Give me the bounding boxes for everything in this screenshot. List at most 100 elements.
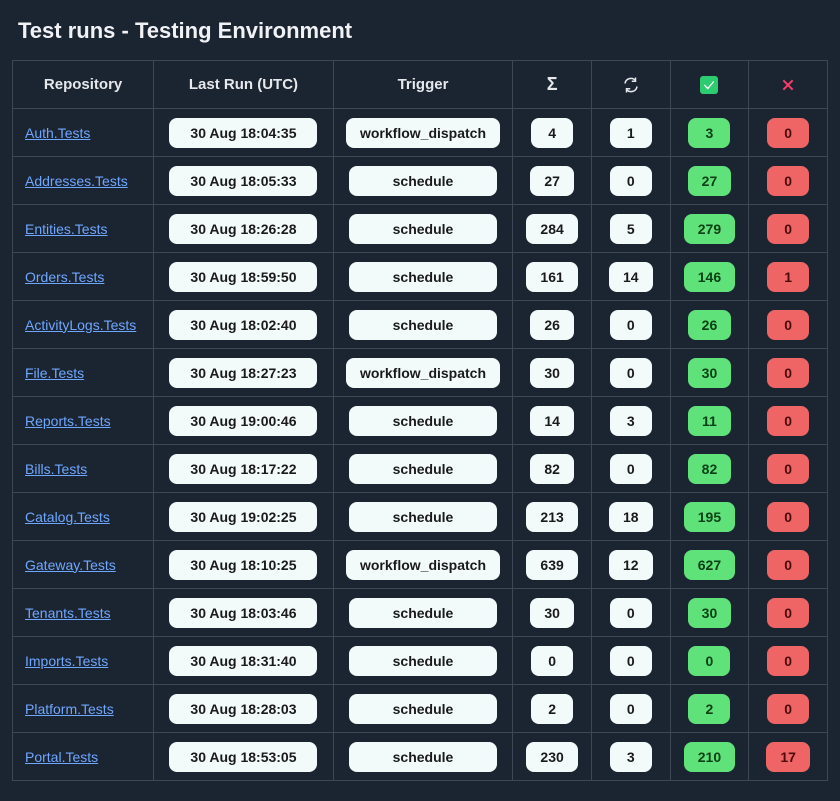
repo-link[interactable]: Gateway.Tests <box>25 557 116 573</box>
repo-link[interactable]: Bills.Tests <box>25 461 87 477</box>
repo-link[interactable]: Entities.Tests <box>25 221 107 237</box>
last-run-value: 30 Aug 18:27:23 <box>169 358 317 388</box>
skipped-value: 0 <box>610 310 652 340</box>
failed-cell: 0 <box>749 301 828 349</box>
skipped-value: 3 <box>610 742 652 772</box>
last-run-value: 30 Aug 18:28:03 <box>169 694 317 724</box>
passed-value: 195 <box>684 502 735 532</box>
passed-value: 0 <box>688 646 730 676</box>
trigger-cell: schedule <box>333 445 513 493</box>
last-run-cell: 30 Aug 18:26:28 <box>154 205 334 253</box>
skipped-value: 18 <box>609 502 653 532</box>
sum-value: 30 <box>530 598 574 628</box>
sum-cell: 14 <box>513 397 592 445</box>
repo-cell: Orders.Tests <box>13 253 154 301</box>
trigger-value: schedule <box>349 454 497 484</box>
trigger-cell: schedule <box>333 733 513 781</box>
repo-cell: Bills.Tests <box>13 445 154 493</box>
failed-value: 17 <box>766 742 810 772</box>
passed-value: 30 <box>688 598 732 628</box>
trigger-cell: schedule <box>333 589 513 637</box>
table-row: Catalog.Tests 30 Aug 19:02:25 schedule 213 1… <box>13 493 828 541</box>
last-run-value: 30 Aug 18:31:40 <box>169 646 317 676</box>
failed-value: 0 <box>767 502 809 532</box>
trigger-value: schedule <box>349 406 497 436</box>
passed-cell: 82 <box>670 445 749 493</box>
skipped-cell: 12 <box>591 541 670 589</box>
sum-value: 4 <box>531 118 573 148</box>
table-row: Tenants.Tests30 Aug 18:03:46schedule3003… <box>13 589 828 637</box>
failed-value: 0 <box>767 166 809 196</box>
trigger-value: schedule <box>349 598 497 628</box>
last-run-cell: 30 Aug 18:05:33 <box>154 157 334 205</box>
repo-link[interactable]: ActivityLogs.Tests <box>25 317 136 333</box>
passed-cell: 30 <box>670 589 749 637</box>
trigger-value: schedule <box>349 646 497 676</box>
passed-cell: 0 <box>670 637 749 685</box>
repo-link[interactable]: Reports.Tests <box>25 413 111 429</box>
header-passed <box>670 61 749 109</box>
last-run-cell: 30 Aug 18:28:03 <box>154 685 334 733</box>
repo-link[interactable]: Catalog.Tests <box>25 509 110 525</box>
last-run-cell: 30 Aug 18:59:50 <box>154 253 334 301</box>
repo-link[interactable]: File.Tests <box>25 365 84 381</box>
trigger-cell: schedule <box>333 685 513 733</box>
passed-value: 210 <box>684 742 735 772</box>
repo-link[interactable]: Tenants.Tests <box>25 605 111 621</box>
passed-value: 2 <box>688 694 730 724</box>
skipped-value: 14 <box>609 262 653 292</box>
table-row: Orders.Tests 30 Aug 18:59:50 schedule 161 14… <box>13 253 828 301</box>
repo-cell: ActivityLogs.Tests <box>13 301 154 349</box>
skipped-cell: 18 <box>591 493 670 541</box>
passed-value: 146 <box>684 262 735 292</box>
passed-cell: 26 <box>670 301 749 349</box>
header-repository: Repository <box>13 61 154 109</box>
last-run-value: 30 Aug 18:03:46 <box>169 598 317 628</box>
sum-value: 30 <box>530 358 574 388</box>
table-row: ActivityLogs.Tests30 Aug 18:02:40schedul… <box>13 301 828 349</box>
repo-cell: Imports.Tests <box>13 637 154 685</box>
repo-link[interactable]: Portal.Tests <box>25 749 98 765</box>
skipped-cell: 0 <box>591 445 670 493</box>
sum-cell: 30 <box>513 349 592 397</box>
trigger-value: workflow_dispatch <box>346 118 500 148</box>
passed-value: 279 <box>684 214 735 244</box>
passed-value: 627 <box>684 550 735 580</box>
last-run-value: 30 Aug 18:59:50 <box>169 262 317 292</box>
skipped-cell: 0 <box>591 589 670 637</box>
repo-link[interactable]: Platform.Tests <box>25 701 114 717</box>
trigger-value: schedule <box>349 166 497 196</box>
failed-value: 0 <box>767 118 809 148</box>
last-run-value: 30 Aug 19:02:25 <box>169 502 317 532</box>
skipped-cell: 0 <box>591 349 670 397</box>
last-run-value: 30 Aug 18:53:05 <box>169 742 317 772</box>
repo-cell: Catalog.Tests <box>13 493 154 541</box>
repo-cell: Platform.Tests <box>13 685 154 733</box>
passed-value: 3 <box>688 118 730 148</box>
table-row: Reports.Tests30 Aug 19:00:46schedule1431… <box>13 397 828 445</box>
last-run-cell: 30 Aug 18:53:05 <box>154 733 334 781</box>
sum-value: 161 <box>526 262 577 292</box>
skipped-value: 0 <box>610 694 652 724</box>
last-run-value: 30 Aug 18:10:25 <box>169 550 317 580</box>
passed-cell: 627 <box>670 541 749 589</box>
failed-cell: 0 <box>749 685 828 733</box>
repo-link[interactable]: Orders.Tests <box>25 269 104 285</box>
failed-cell: 0 <box>749 589 828 637</box>
repo-link[interactable]: Imports.Tests <box>25 653 108 669</box>
failed-cell: 0 <box>749 205 828 253</box>
failed-cell: 0 <box>749 349 828 397</box>
last-run-cell: 30 Aug 18:03:46 <box>154 589 334 637</box>
repo-link[interactable]: Auth.Tests <box>25 125 90 141</box>
sigma-icon: Σ <box>547 74 558 95</box>
skipped-value: 5 <box>610 214 652 244</box>
failed-cell: 0 <box>749 493 828 541</box>
trigger-value: schedule <box>349 262 497 292</box>
passed-value: 82 <box>688 454 732 484</box>
trigger-value: schedule <box>349 502 497 532</box>
repo-link[interactable]: Addresses.Tests <box>25 173 128 189</box>
repo-cell: Tenants.Tests <box>13 589 154 637</box>
failed-value: 0 <box>767 358 809 388</box>
sum-cell: 213 <box>513 493 592 541</box>
passed-cell: 195 <box>670 493 749 541</box>
